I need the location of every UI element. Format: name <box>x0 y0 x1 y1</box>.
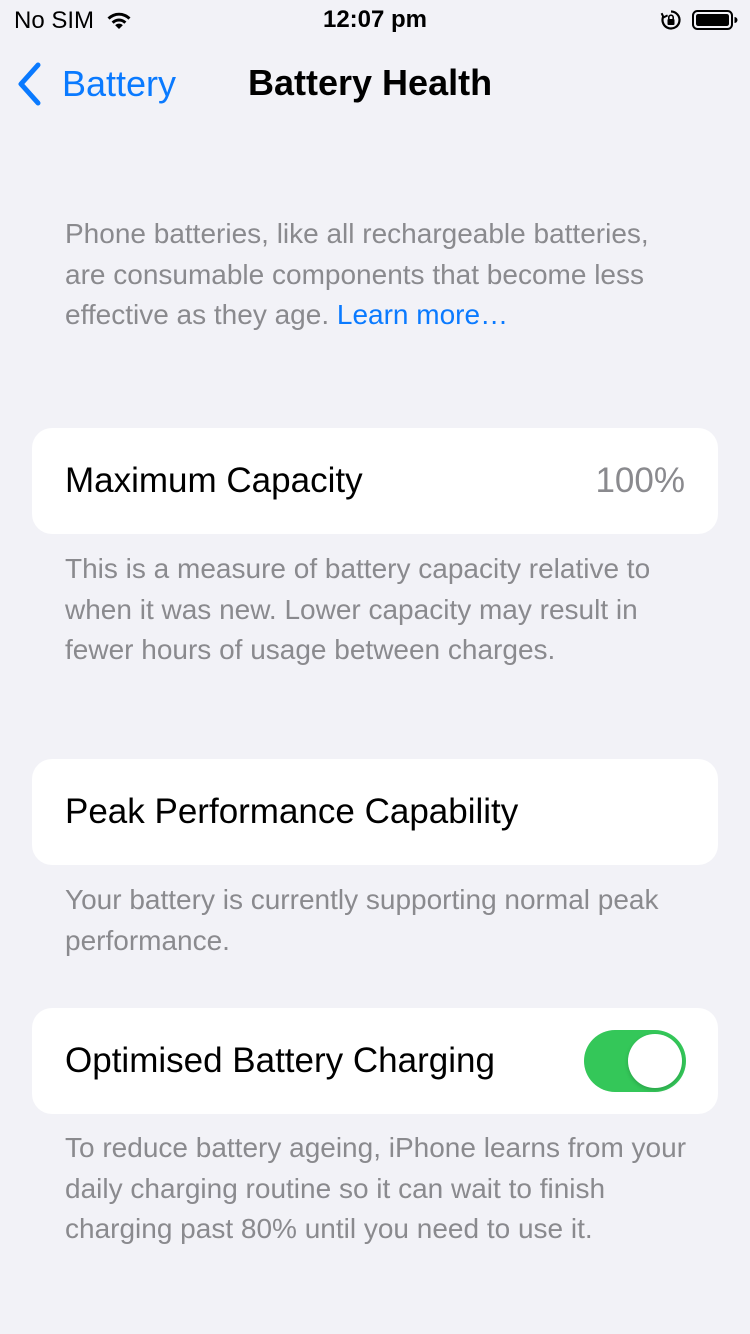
status-time: 12:07 pm <box>322 6 428 33</box>
battery-icon <box>692 10 738 30</box>
toggle-knob <box>628 1034 682 1088</box>
maximum-capacity-value: 100% <box>595 461 685 500</box>
chevron-left-icon <box>18 62 41 106</box>
peak-performance-cell: Peak Performance Capability <box>32 759 718 865</box>
orientation-lock-icon <box>660 10 681 30</box>
learn-more-link[interactable]: Learn more… <box>337 299 508 330</box>
back-button[interactable]: Battery <box>14 56 176 112</box>
optimised-charging-footnote: To reduce battery ageing, iPhone learns … <box>65 1132 687 1244</box>
maximum-capacity-label: Maximum Capacity <box>65 461 363 500</box>
optimised-charging-cell: Optimised Battery Charging <box>32 1008 718 1114</box>
page-title: Battery Health <box>248 62 493 103</box>
optimised-charging-toggle[interactable] <box>584 1030 686 1092</box>
maximum-capacity-footnote: This is a measure of battery capacity re… <box>65 553 651 665</box>
peak-performance-footnote: Your battery is currently supporting nor… <box>65 884 659 956</box>
optimised-charging-label: Optimised Battery Charging <box>65 1041 495 1080</box>
peak-performance-label: Peak Performance Capability <box>65 792 519 831</box>
maximum-capacity-cell: Maximum Capacity 100% <box>32 428 718 534</box>
intro-description: Phone batteries, like all rechargeable b… <box>65 214 695 336</box>
back-button-label: Battery <box>62 63 177 104</box>
status-bar: No SIM 12:07 pm <box>0 0 750 40</box>
